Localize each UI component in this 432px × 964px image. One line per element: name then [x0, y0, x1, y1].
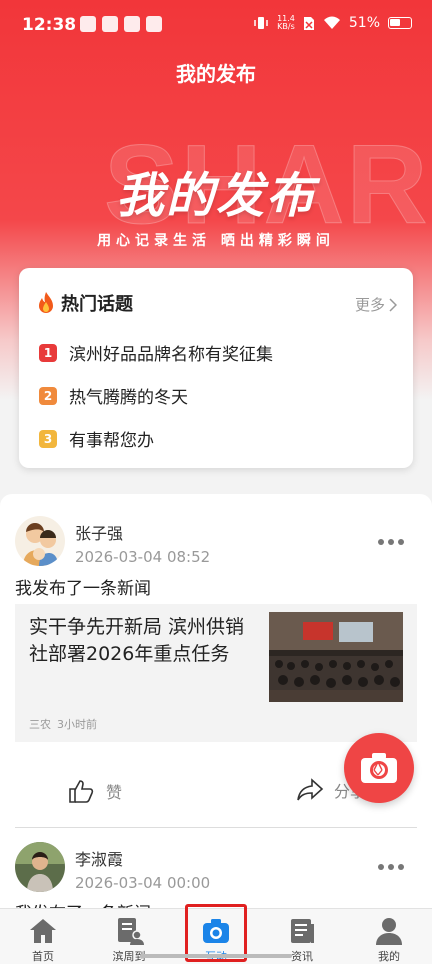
page-title: 我的发布 [176, 62, 256, 86]
network-speed: 11.4 KB/s [277, 15, 295, 31]
post-time: 2026-03-04 08:52 [75, 548, 211, 566]
avatar[interactable] [15, 516, 65, 566]
meeting-photo-image [269, 612, 403, 702]
more-label: 更多 [354, 296, 385, 314]
share-icon [297, 778, 324, 801]
status-indicators: 11.4 KB/s 51% [253, 15, 412, 31]
topic-rank-badge: 1 [39, 343, 57, 362]
banner-subtitle: 用心记录生活 晒出精彩瞬间 [97, 233, 335, 249]
dot [398, 864, 404, 870]
topic-rank-badge: 3 [39, 429, 57, 448]
more-topics-link[interactable]: 更多 [355, 294, 397, 315]
topic-item[interactable]: 1 滨州好品品牌名称有奖征集 [39, 340, 273, 365]
news-icon [291, 919, 314, 943]
battery-icon [388, 17, 412, 29]
shared-news-card[interactable]: 实干争先开新局 滨州供销社部署2026年重点任务 三农 3小时前 [15, 604, 417, 742]
post-feed: 张子强 2026-03-04 08:52 我发布了一条新闻 实干争先开新局 滨州… [0, 494, 432, 914]
status-time: 12:38 [22, 15, 77, 35]
news-title: 实干争先开新局 滨州供销社部署2026年重点任务 [29, 616, 245, 665]
topic-text: 滨州好品品牌名称有奖征集 [69, 345, 273, 365]
news-meta: 三农 3小时前 [29, 716, 97, 732]
like-label: 赞 [106, 783, 123, 802]
dot [388, 539, 394, 545]
thumbs-up-icon [69, 780, 94, 803]
banner-title: 我的发布 [116, 168, 317, 224]
tab-label: 我的 [378, 950, 400, 963]
document-person-icon [118, 918, 144, 945]
home-icon [30, 919, 56, 943]
like-button[interactable]: 赞 [68, 778, 122, 804]
post-text: 我发布了一条新闻 [15, 579, 151, 599]
dot [398, 539, 404, 545]
app-notification-icon [146, 16, 162, 32]
topic-rank-badge: 2 [39, 386, 57, 405]
post-author[interactable]: 张子强 [75, 520, 123, 544]
dot [378, 539, 384, 545]
post-more-button[interactable] [378, 864, 404, 870]
hot-topics-title: 热门话题 [61, 294, 133, 315]
status-bar: 12:38 11.4 KB/s 51% [0, 0, 432, 52]
topic-text: 有事帮您办 [69, 431, 154, 451]
flame-icon [39, 292, 53, 313]
post-time: 2026-03-04 00:00 [75, 874, 211, 892]
divider [15, 827, 417, 828]
camera-fab-button[interactable] [344, 733, 414, 803]
notification-icons [80, 16, 162, 32]
dot [378, 864, 384, 870]
avatar-photo-icon [15, 842, 65, 892]
news-age: 3小时前 [57, 718, 97, 731]
user-icon [376, 918, 402, 945]
no-sim-icon [303, 16, 314, 30]
app-notification-icon [102, 16, 118, 32]
topic-item[interactable]: 2 热气腾腾的冬天 [39, 383, 188, 408]
home-indicator[interactable] [140, 954, 292, 958]
app-notification-icon [80, 16, 96, 32]
camera-icon [361, 753, 397, 783]
avatar[interactable] [15, 842, 65, 892]
speed-unit: KB/s [277, 22, 295, 31]
chevron-right-icon [389, 297, 397, 312]
avatar-cartoon-family-icon [15, 516, 65, 566]
post-more-button[interactable] [378, 539, 404, 545]
vibrate-icon [254, 17, 268, 29]
hot-topics-card: 热门话题 更多 1 滨州好品品牌名称有奖征集 2 热气腾腾的冬天 3 有事帮您办 [19, 268, 413, 468]
app-notification-icon [124, 16, 140, 32]
wifi-icon [323, 16, 340, 29]
tab-mine[interactable]: 我的 [346, 909, 432, 964]
tab-home[interactable]: 首页 [0, 909, 86, 964]
battery-percent: 51% [348, 15, 380, 31]
dot [388, 864, 394, 870]
topic-text: 热气腾腾的冬天 [69, 388, 188, 408]
post-author[interactable]: 李淑霞 [75, 846, 123, 870]
news-source: 三农 [29, 718, 51, 731]
tab-label: 首页 [32, 950, 54, 963]
news-thumbnail [269, 612, 403, 702]
hot-topics-header: 热门话题 [37, 290, 133, 316]
topic-item[interactable]: 3 有事帮您办 [39, 426, 154, 451]
